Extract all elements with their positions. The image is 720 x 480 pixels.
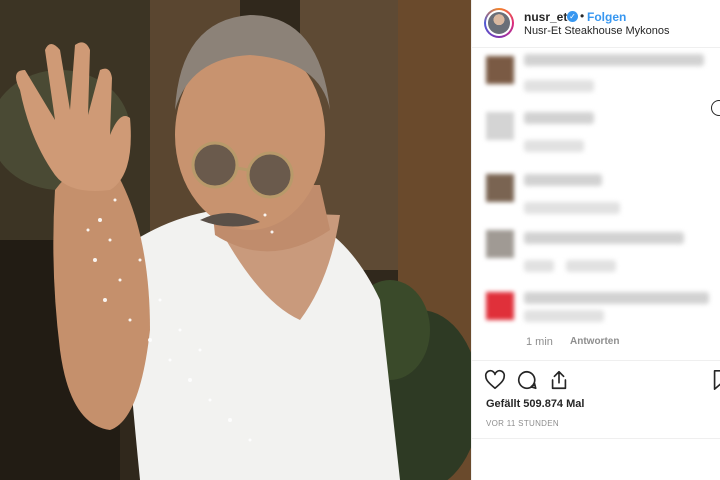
heart-icon[interactable] — [484, 369, 506, 391]
commenter-avatar[interactable] — [486, 174, 514, 202]
post-header: nusr_et ✓ • Folgen Nusr-Et Steakhouse My… — [472, 0, 720, 48]
post-photo-illustration — [0, 0, 471, 480]
comments-list: 1 min Antworten — [472, 48, 720, 360]
author-avatar[interactable] — [484, 8, 514, 38]
comment-time[interactable]: 1 min — [526, 336, 553, 348]
header-separator: • — [580, 9, 585, 23]
blurred-comment-text — [524, 174, 602, 186]
blurred-comment-meta — [524, 80, 594, 92]
follow-button[interactable]: Folgen — [587, 10, 626, 24]
blurred-comment-text — [524, 112, 594, 124]
blurred-comment-meta — [524, 260, 554, 272]
post-timestamp[interactable]: VOR 11 STUNDEN — [486, 419, 559, 428]
likes-count[interactable]: Gefällt 509.874 Mal — [486, 398, 584, 410]
avatar-image — [488, 12, 510, 34]
avatar-ring-inner — [486, 10, 512, 36]
comment-icon[interactable] — [516, 369, 538, 391]
blurred-comment-text — [524, 292, 709, 304]
commenter-avatar[interactable] — [486, 112, 514, 140]
blurred-comment-text — [524, 310, 604, 322]
blurred-comment-meta — [524, 202, 620, 214]
blurred-comment-text — [524, 232, 684, 244]
blurred-comment-text — [524, 54, 704, 66]
post-side-panel: nusr_et ✓ • Folgen Nusr-Et Steakhouse My… — [471, 0, 720, 480]
more-options-icon[interactable] — [711, 100, 720, 116]
blurred-comment-meta — [524, 140, 584, 152]
reply-button[interactable]: Antworten — [570, 336, 619, 347]
commenter-avatar[interactable] — [486, 230, 514, 258]
post-location[interactable]: Nusr-Et Steakhouse Mykonos — [524, 25, 670, 37]
share-icon[interactable] — [548, 369, 570, 391]
blurred-comment-meta — [566, 260, 616, 272]
commenter-avatar[interactable] — [486, 292, 514, 320]
post-photo[interactable] — [0, 0, 471, 480]
author-username[interactable]: nusr_et — [524, 10, 567, 24]
post-actions: Gefällt 509.874 Mal VOR 11 STUNDEN — [472, 360, 720, 480]
bookmark-icon[interactable] — [710, 369, 720, 391]
verified-badge-icon: ✓ — [567, 11, 578, 22]
commenter-avatar[interactable] — [486, 56, 514, 84]
divider — [472, 438, 720, 439]
